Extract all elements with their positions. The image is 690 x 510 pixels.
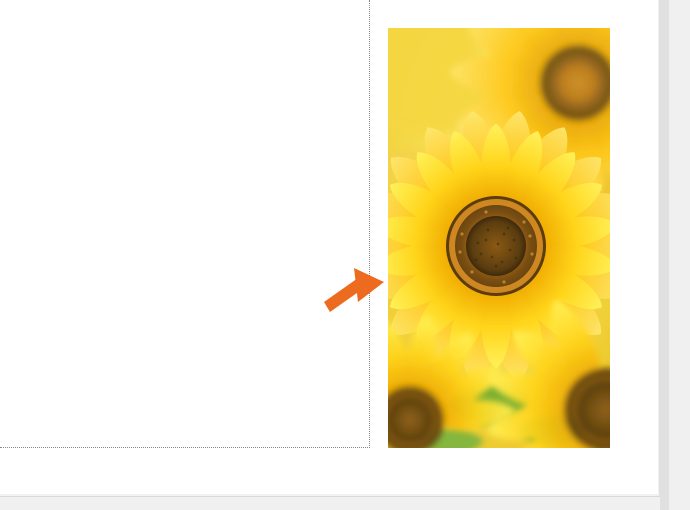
window-bottom-bar (0, 496, 660, 510)
sunflower-image (388, 28, 610, 448)
window-right-panel (668, 0, 690, 510)
drop-target-area[interactable] (0, 0, 370, 448)
workspace (0, 0, 658, 494)
image-drag-source[interactable] (388, 28, 610, 448)
